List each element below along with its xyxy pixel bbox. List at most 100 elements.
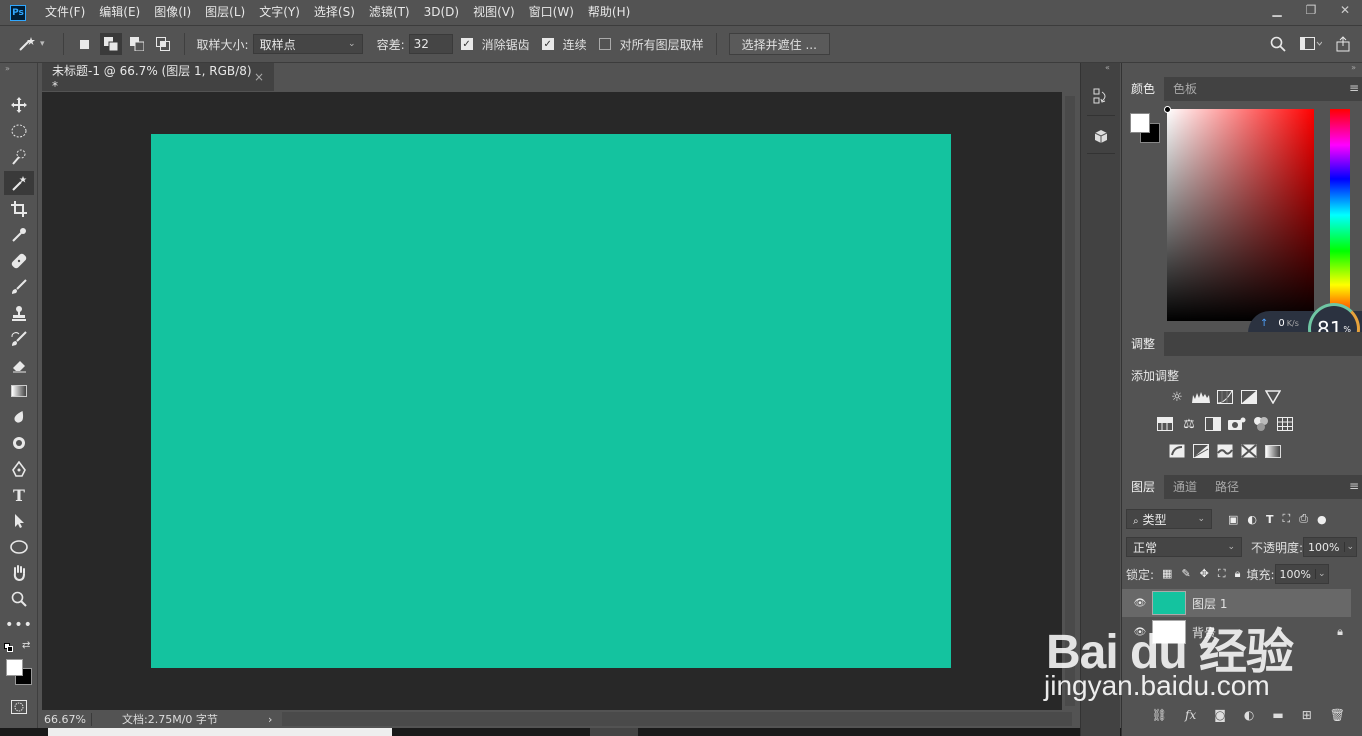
exposure-icon[interactable] [1240, 389, 1258, 405]
channel-mixer-icon[interactable] [1252, 416, 1270, 432]
foreground-color-swatch[interactable] [6, 659, 23, 676]
clone-stamp-tool[interactable] [4, 301, 34, 325]
history-brush-tool[interactable] [4, 327, 34, 351]
panel-menu-icon[interactable]: ≡ [1349, 81, 1359, 95]
levels-icon[interactable] [1192, 389, 1210, 405]
adjustment-filter-icon[interactable]: ◐ [1247, 513, 1257, 526]
new-group-icon[interactable]: ▬ [1272, 708, 1283, 722]
add-mask-icon[interactable]: ◙ [1214, 708, 1226, 722]
pixel-filter-icon[interactable]: ▣ [1228, 513, 1238, 526]
brush-tool[interactable] [4, 275, 34, 299]
shape-filter-icon[interactable]: ⛶ [1283, 512, 1291, 526]
black-white-icon[interactable] [1204, 416, 1222, 432]
zoom-level[interactable]: 66.67% [42, 712, 92, 726]
tab-paths[interactable]: 路径 [1206, 475, 1248, 499]
crop-tool[interactable] [4, 197, 34, 221]
document-canvas[interactable] [151, 134, 951, 668]
menu-file[interactable]: 文件(F) [38, 0, 92, 25]
blur-tool[interactable] [4, 405, 34, 429]
minimize-button[interactable]: ▁ [1260, 0, 1294, 20]
menu-edit[interactable]: 编辑(E) [92, 0, 147, 25]
zoom-tool[interactable] [4, 587, 34, 611]
restore-button[interactable]: ❐ [1294, 0, 1328, 20]
select-and-mask-button[interactable]: 选择并遮住 ... [728, 33, 830, 55]
more-tools-button[interactable]: ••• [4, 613, 34, 637]
dodge-tool[interactable] [4, 431, 34, 455]
color-spectrum-field[interactable] [1167, 109, 1314, 321]
history-panel-button[interactable] [1089, 85, 1113, 109]
menu-window[interactable]: 窗口(W) [522, 0, 581, 25]
horizontal-scrollbar[interactable] [282, 712, 1073, 726]
menu-layer[interactable]: 图层(L) [198, 0, 252, 25]
tab-channels[interactable]: 通道 [1164, 475, 1206, 499]
ellipse-tool[interactable] [4, 535, 34, 559]
lock-all-icon[interactable]: 🔒︎ [1235, 567, 1241, 581]
curves-icon[interactable] [1216, 389, 1234, 405]
new-adjustment-layer-icon[interactable]: ◐ [1244, 708, 1254, 722]
close-tab-icon[interactable]: × [254, 70, 264, 84]
hue-slider[interactable] [1330, 109, 1350, 321]
panel-menu-icon[interactable]: ≡ [1349, 479, 1359, 493]
lock-artboard-icon[interactable]: ⛶ [1218, 567, 1226, 581]
intersect-selection-button[interactable] [152, 33, 174, 55]
new-layer-icon[interactable]: ⊞ [1302, 708, 1312, 722]
move-tool[interactable] [4, 93, 34, 117]
eraser-tool[interactable] [4, 353, 34, 377]
type-tool[interactable]: T [4, 483, 34, 507]
healing-brush-tool[interactable] [4, 249, 34, 273]
invert-icon[interactable] [1168, 443, 1186, 459]
vibrance-icon[interactable] [1264, 389, 1282, 405]
subtract-from-selection-button[interactable] [126, 33, 148, 55]
menu-type[interactable]: 文字(Y) [252, 0, 307, 25]
color-lookup-icon[interactable] [1276, 416, 1294, 432]
document-tab[interactable]: 未标题-1 @ 66.7% (图层 1, RGB/8) * × [42, 63, 274, 93]
menu-select[interactable]: 选择(S) [307, 0, 362, 25]
link-layers-icon[interactable]: ⛓ [1152, 708, 1167, 722]
layer-style-icon[interactable]: fx [1185, 708, 1196, 722]
lock-image-icon[interactable]: ✎ [1181, 567, 1190, 581]
hand-tool[interactable] [4, 561, 34, 585]
collapse-arrows-icon[interactable]: » [5, 64, 10, 73]
collapse-arrows-icon[interactable]: » [1351, 63, 1356, 72]
menu-image[interactable]: 图像(I) [147, 0, 198, 25]
menu-help[interactable]: 帮助(H) [581, 0, 637, 25]
status-menu-arrow-icon[interactable]: › [268, 713, 272, 726]
canvas-area[interactable] [42, 92, 1062, 710]
visibility-eye-icon[interactable]: 👁︎ [1130, 598, 1150, 609]
blend-mode-select[interactable]: 正常 ⌄ [1126, 537, 1242, 557]
collapse-arrows-icon[interactable]: « [1105, 63, 1110, 72]
tolerance-input[interactable]: 32 [408, 34, 453, 54]
threshold-icon[interactable] [1216, 443, 1234, 459]
antialias-checkbox[interactable]: ✓ [460, 38, 473, 50]
tab-adjustments[interactable]: 调整 [1122, 332, 1165, 356]
hue-saturation-icon[interactable] [1156, 416, 1174, 432]
share-icon[interactable] [1336, 36, 1350, 52]
add-to-selection-button[interactable] [99, 33, 122, 55]
lock-position-icon[interactable]: ✥ [1200, 567, 1209, 581]
pen-tool[interactable] [4, 457, 34, 481]
close-button[interactable]: ✕ [1328, 0, 1362, 20]
menu-filter[interactable]: 滤镜(T) [362, 0, 417, 25]
lock-transparent-icon[interactable]: ▦ [1162, 567, 1172, 581]
tab-swatches[interactable]: 色板 [1164, 77, 1206, 101]
selective-color-icon[interactable] [1240, 443, 1258, 459]
tool-preset-picker[interactable] [16, 33, 38, 55]
swap-colors-icon[interactable]: ⇄ [22, 640, 30, 651]
color-balance-icon[interactable]: ⚖ [1180, 416, 1198, 432]
elliptical-marquee-tool[interactable] [4, 119, 34, 143]
quick-mask-button[interactable] [4, 695, 34, 719]
sample-size-select[interactable]: 取样点 ⌄ [252, 34, 363, 54]
layer-filter-select[interactable]: ⌕ 类型 ⌄ [1126, 509, 1212, 529]
path-selection-tool[interactable] [4, 509, 34, 533]
magic-wand-tool[interactable] [4, 171, 34, 195]
default-colors-icon[interactable] [4, 643, 13, 652]
smart-object-filter-icon[interactable]: ⎙ [1299, 512, 1308, 526]
filter-toggle-icon[interactable]: ● [1317, 513, 1327, 526]
search-icon[interactable] [1270, 36, 1286, 52]
gradient-map-icon[interactable] [1264, 443, 1282, 459]
photo-filter-icon[interactable] [1228, 416, 1246, 432]
eyedropper-tool[interactable] [4, 223, 34, 247]
contiguous-checkbox[interactable]: ✓ [541, 38, 554, 50]
3d-panel-button[interactable] [1089, 125, 1113, 149]
brightness-contrast-icon[interactable]: ☼ [1168, 389, 1186, 405]
